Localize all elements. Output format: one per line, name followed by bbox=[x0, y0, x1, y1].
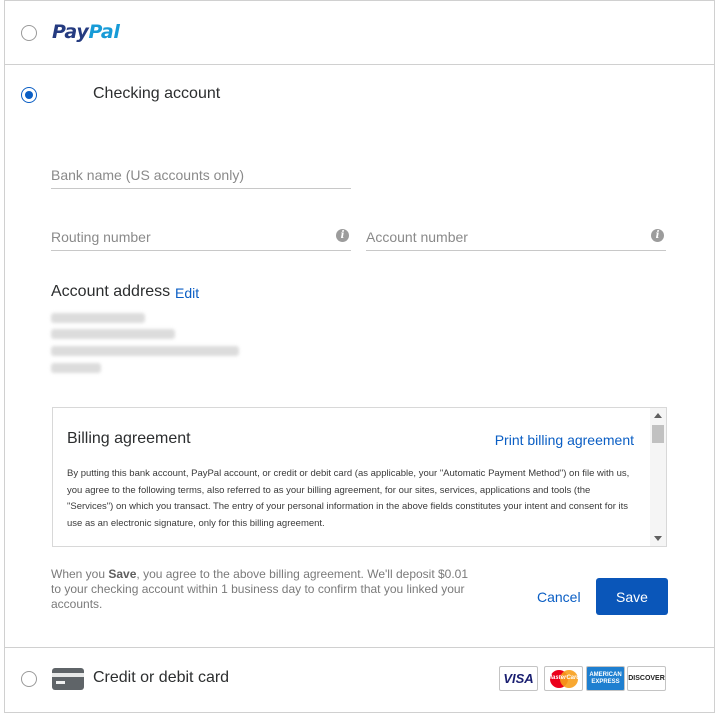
checking-account-label[interactable]: Checking account bbox=[93, 85, 220, 103]
billing-agreement-title: Billing agreement bbox=[67, 430, 191, 447]
agreement-scrollbar[interactable] bbox=[650, 408, 666, 546]
paypal-logo: PayPal bbox=[52, 21, 120, 43]
routing-number-field[interactable]: Routing number i bbox=[51, 225, 351, 251]
scrollbar-thumb[interactable] bbox=[652, 425, 664, 443]
account-info-icon[interactable]: i bbox=[651, 229, 664, 242]
redacted-address-line bbox=[51, 313, 145, 323]
scroll-up-arrow-icon[interactable] bbox=[654, 413, 662, 418]
address-edit-link[interactable]: Edit bbox=[175, 285, 199, 301]
billing-agreement-text: By putting this bank account, PayPal acc… bbox=[67, 468, 630, 529]
save-disclaimer: When you Save, you agree to the above bi… bbox=[51, 567, 469, 611]
redacted-address-line bbox=[51, 363, 101, 373]
routing-number-placeholder: Routing number bbox=[51, 229, 151, 245]
bank-name-placeholder: Bank name (US accounts only) bbox=[51, 167, 244, 183]
card-label[interactable]: Credit or debit card bbox=[93, 669, 229, 687]
print-billing-agreement-link[interactable]: Print billing agreement bbox=[495, 432, 634, 448]
discover-logo-icon: DISCOVER bbox=[627, 666, 666, 691]
account-number-field[interactable]: Account number i bbox=[366, 225, 666, 251]
account-address-title: Account address bbox=[51, 283, 171, 300]
scroll-down-arrow-icon[interactable] bbox=[654, 536, 662, 541]
redacted-address-line bbox=[51, 346, 239, 356]
card-radio[interactable] bbox=[21, 671, 37, 687]
save-button[interactable]: Save bbox=[596, 578, 668, 615]
account-number-placeholder: Account number bbox=[366, 229, 468, 245]
card-option-row[interactable]: Credit or debit card VISA MasterCard AME… bbox=[5, 648, 714, 712]
checking-account-section: Checking account Bank name (US accounts … bbox=[5, 65, 714, 648]
payment-method-selector: PayPal Checking account Bank name (US ac… bbox=[4, 0, 715, 713]
paypal-option-row[interactable]: PayPal bbox=[5, 1, 714, 65]
cancel-button[interactable]: Cancel bbox=[537, 589, 581, 605]
billing-agreement-box[interactable]: Billing agreement Print billing agreemen… bbox=[52, 407, 667, 547]
amex-logo-icon: AMERICAN EXPRESS bbox=[586, 666, 625, 691]
mastercard-logo-icon: MasterCard bbox=[544, 666, 583, 691]
redacted-address-line bbox=[51, 329, 175, 339]
checking-account-radio[interactable] bbox=[21, 87, 37, 103]
routing-info-icon[interactable]: i bbox=[336, 229, 349, 242]
visa-logo-icon: VISA bbox=[499, 666, 538, 691]
credit-card-icon bbox=[52, 668, 84, 690]
bank-name-field[interactable]: Bank name (US accounts only) bbox=[51, 163, 351, 189]
paypal-radio[interactable] bbox=[21, 25, 37, 41]
